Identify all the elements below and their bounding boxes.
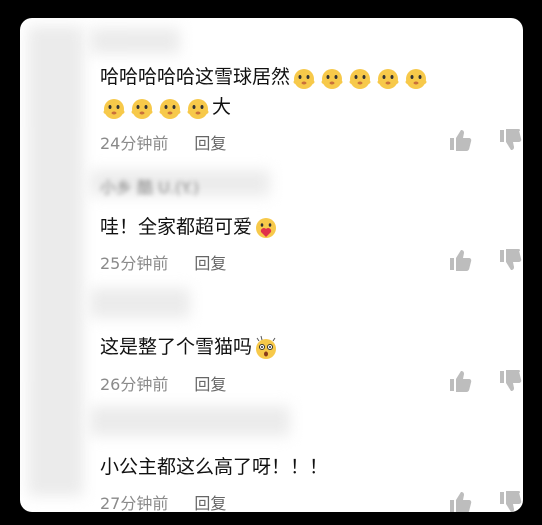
laughing-face-emoji-icon [375, 65, 401, 91]
reply-button[interactable]: 回复 [194, 490, 226, 512]
comment-text-part: 大 [212, 96, 232, 118]
thumbs-down-icon[interactable] [496, 126, 523, 154]
thumbs-up-icon[interactable] [446, 367, 474, 395]
comment-text-part: 哈哈哈哈哈这雪球居然 [100, 66, 291, 88]
comment-time: 25分钟前 [100, 254, 169, 273]
laughing-face-emoji-icon [129, 95, 155, 121]
username-blur [90, 28, 180, 54]
comment-meta: 27分钟前 回复 [100, 490, 226, 512]
comment-text-part: 小公主都这么高了呀！！！ [100, 456, 329, 478]
thumbs-down-icon[interactable] [496, 367, 523, 395]
laughing-face-emoji-icon [101, 95, 127, 121]
reply-button[interactable]: 回复 [194, 130, 226, 154]
laughing-face-emoji-icon [319, 65, 345, 91]
thumbs-down-icon[interactable] [496, 488, 523, 512]
laughing-face-emoji-icon [185, 95, 211, 121]
laughing-face-emoji-icon [403, 65, 429, 91]
comment-text-part: 这是整了个雪猫吗 [100, 336, 253, 358]
thumbs-up-icon[interactable] [446, 246, 474, 274]
comment-text-part: 哇！全家都超可爱 [100, 216, 253, 238]
username-blur [90, 288, 190, 318]
comment-username-partial: 小乡 酷 U.(Y.) [100, 178, 200, 197]
laughing-face-emoji-icon [291, 65, 317, 91]
comment-time: 26分钟前 [100, 375, 169, 394]
reply-button[interactable]: 回复 [194, 250, 226, 274]
reply-button[interactable]: 回复 [194, 371, 226, 395]
shocked-face-emoji-icon [253, 335, 279, 361]
avatar-blur [28, 26, 83, 496]
comment-meta: 24分钟前 回复 [100, 130, 226, 154]
comment-text: 这是整了个雪猫吗 [100, 332, 520, 362]
comment-text: 小公主都这么高了呀！！！ [100, 452, 520, 482]
comment-panel: 哈哈哈哈哈这雪球居然大 24分钟前 回复 小乡 酷 U.(Y.) 哇！全家都超可爱… [20, 18, 523, 512]
comment-text: 哈哈哈哈哈这雪球居然大 [100, 62, 520, 122]
comment-meta: 26分钟前 回复 [100, 371, 226, 395]
thumbs-down-icon[interactable] [496, 246, 523, 274]
comment-meta: 25分钟前 回复 [100, 250, 226, 274]
laughing-face-emoji-icon [157, 95, 183, 121]
username-blur [90, 406, 290, 436]
comment-time: 24分钟前 [100, 134, 169, 153]
heart-face-emoji-icon [253, 215, 279, 241]
thumbs-up-icon[interactable] [446, 488, 474, 512]
comment-time: 27分钟前 [100, 494, 169, 512]
thumbs-up-icon[interactable] [446, 126, 474, 154]
laughing-face-emoji-icon [347, 65, 373, 91]
comment-text: 哇！全家都超可爱 [100, 212, 520, 242]
